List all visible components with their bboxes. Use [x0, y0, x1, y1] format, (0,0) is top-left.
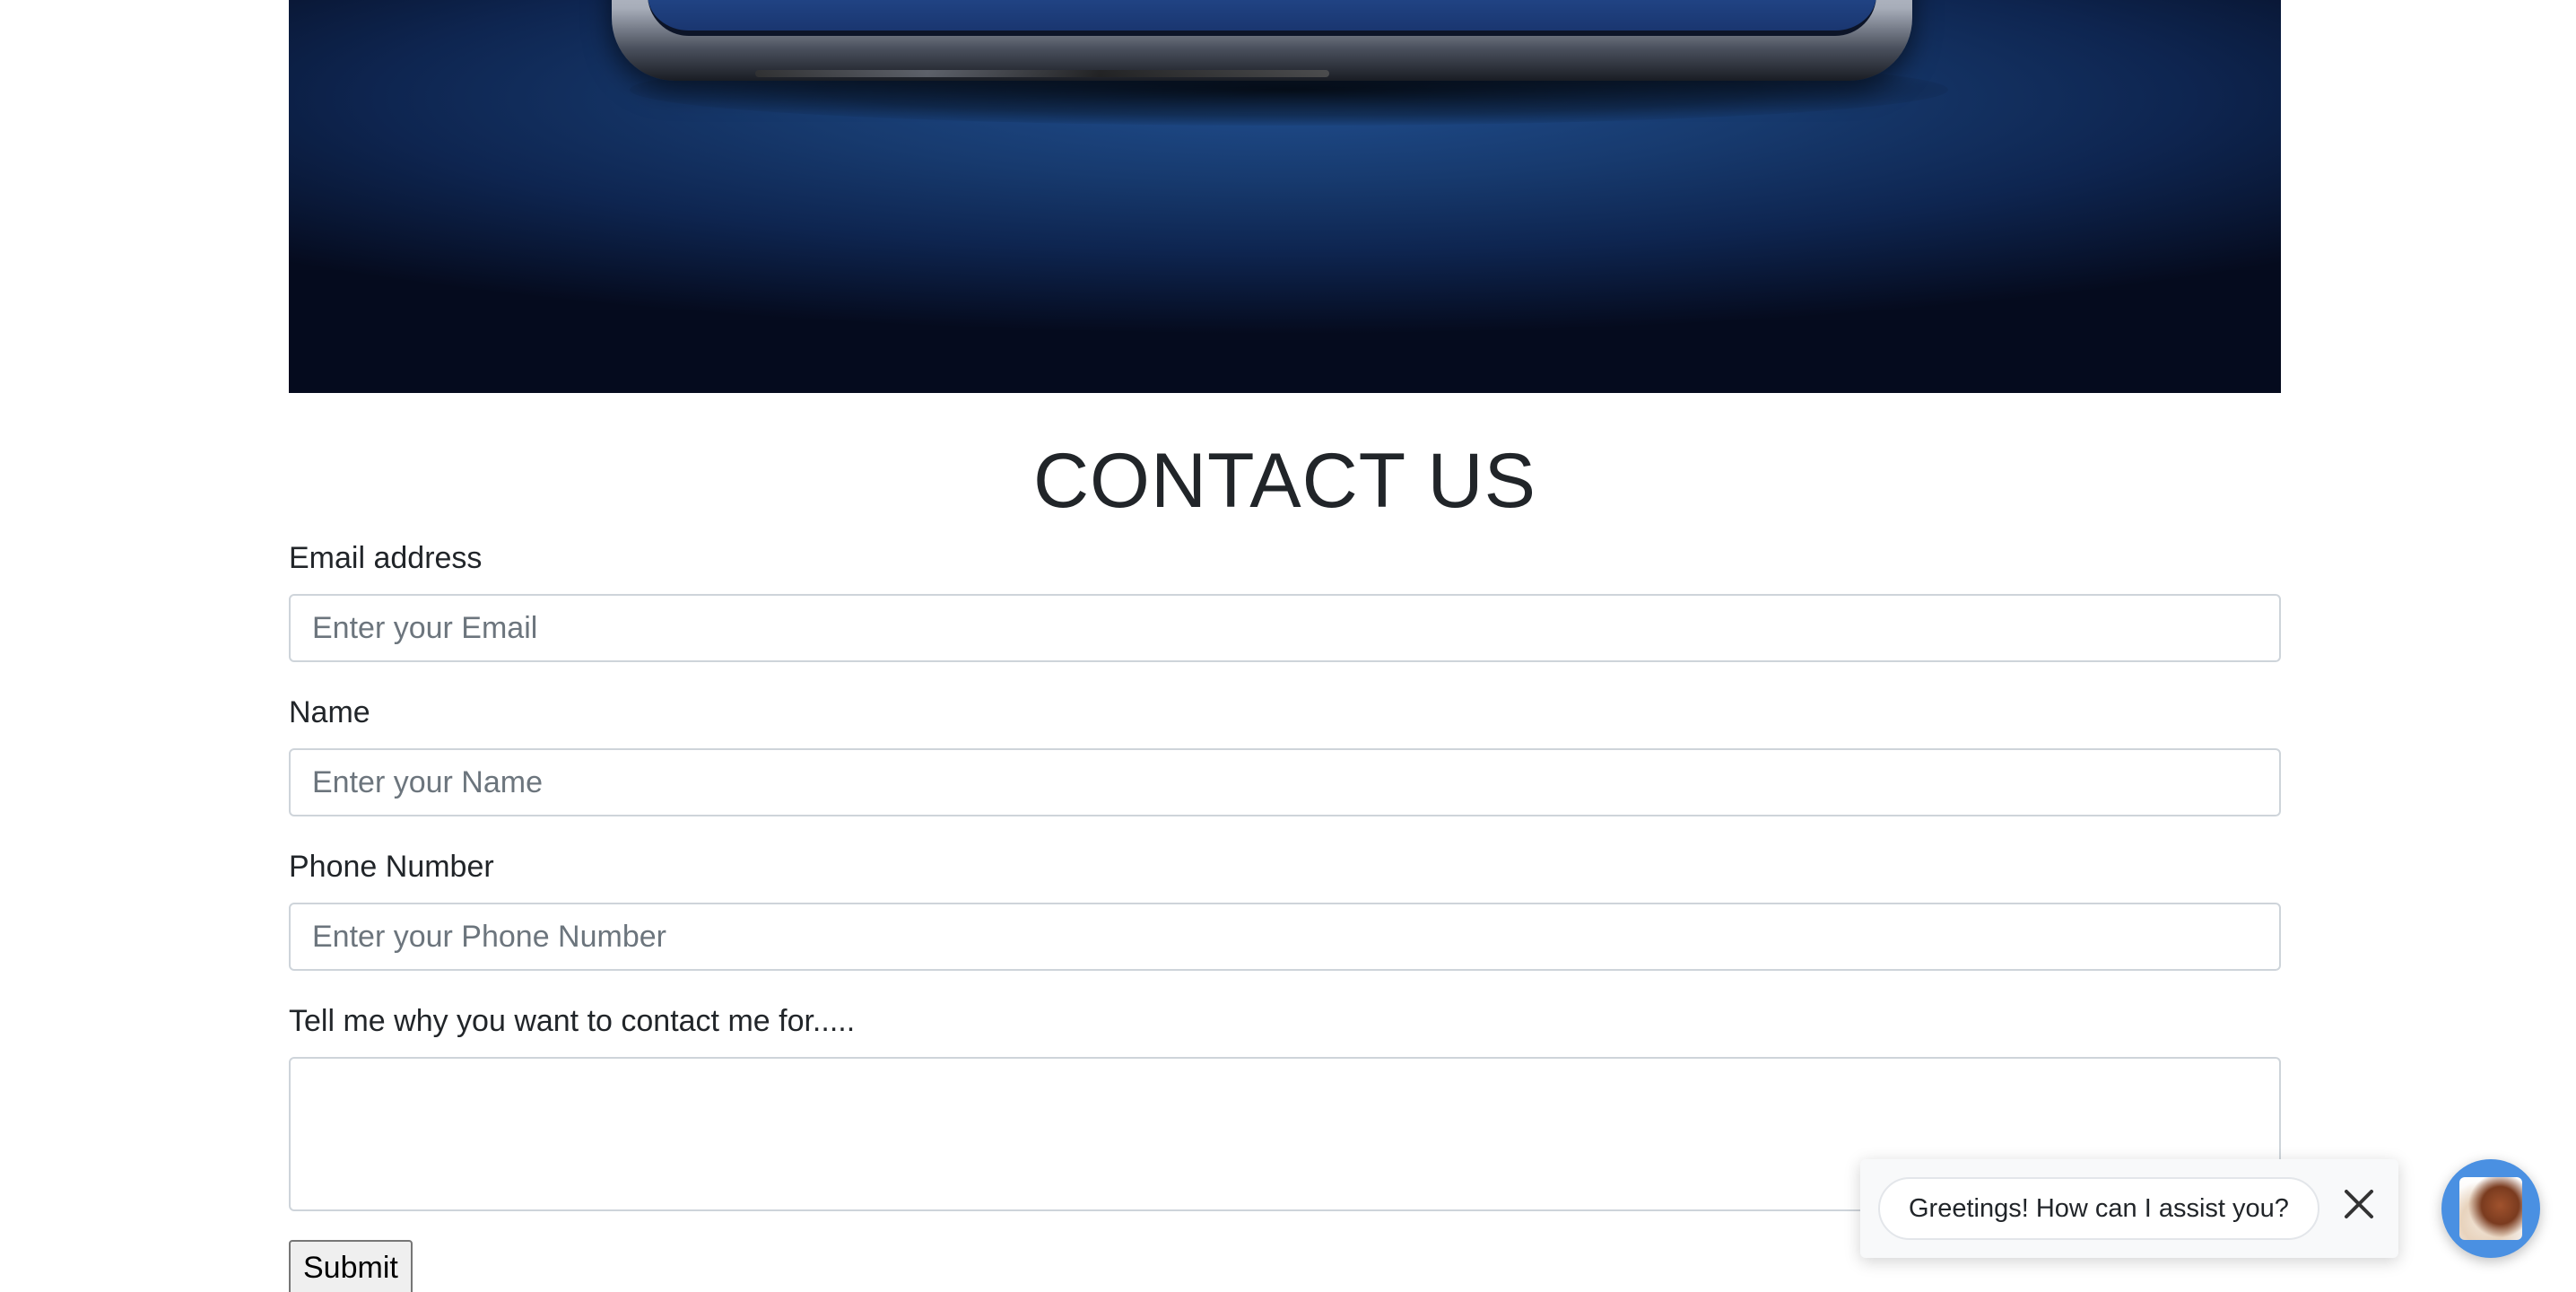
contact-page: CONTACT US Email address Name Phone Numb…	[0, 0, 2576, 1292]
phone-screen	[648, 0, 1876, 36]
hero-image	[289, 0, 2281, 393]
name-label: Name	[289, 695, 370, 729]
email-field[interactable]	[289, 594, 2281, 662]
close-icon[interactable]	[2339, 1184, 2379, 1224]
chat-greeting-bubble[interactable]: Greetings! How can I assist you?	[1878, 1177, 2319, 1240]
avatar	[2459, 1177, 2522, 1240]
page-title: CONTACT US	[1032, 438, 1537, 524]
chat-popup: Greetings! How can I assist you?	[1860, 1159, 2398, 1258]
phone-label: Phone Number	[289, 850, 494, 884]
name-field[interactable]	[289, 748, 2281, 816]
chat-launcher-button[interactable]	[2441, 1159, 2540, 1258]
email-label: Email address	[289, 541, 483, 575]
phone-edge-detail	[755, 70, 1329, 77]
message-label: Tell me why you want to contact me for..…	[289, 1004, 856, 1038]
submit-button[interactable]: Submit	[289, 1240, 413, 1292]
phone-field[interactable]	[289, 903, 2281, 971]
